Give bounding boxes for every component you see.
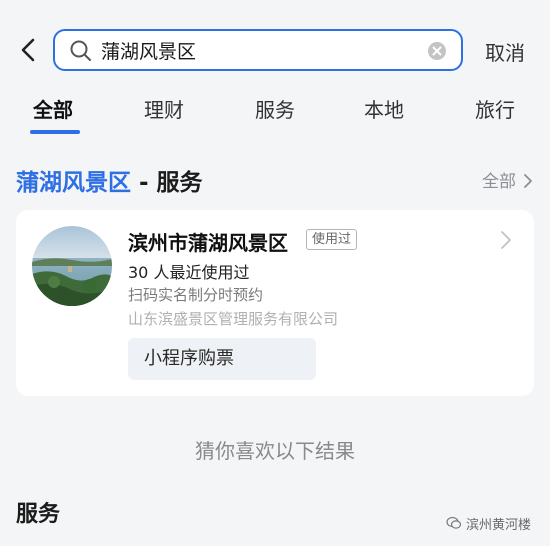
section-title-highlight: 蒲湖风景区: [16, 170, 131, 196]
active-tab-indicator: [30, 130, 80, 134]
tab-services[interactable]: 服务: [255, 94, 295, 123]
mini-program-ticket-button[interactable]: 小程序购票: [128, 338, 316, 380]
chevron-right-icon: [524, 174, 533, 188]
search-input[interactable]: [101, 36, 421, 64]
watermark: 滨州黄河楼: [446, 513, 546, 533]
section-all-link[interactable]: 全部: [482, 167, 533, 192]
clear-icon[interactable]: [427, 41, 447, 61]
section-all-label: 全部: [482, 172, 516, 192]
service-title: 滨州市蒲湖风景区: [128, 231, 288, 255]
section-title-suffix: - 服务: [131, 170, 203, 196]
chevron-right-icon: [501, 231, 511, 249]
service-provider: 山东滨盛景区管理服务有限公司: [128, 310, 339, 328]
tab-finance[interactable]: 理财: [144, 94, 184, 123]
watermark-text: 滨州黄河楼: [466, 518, 532, 533]
used-badge: 使用过: [306, 229, 358, 250]
tab-local[interactable]: 本地: [364, 94, 404, 123]
services-heading: 服务: [16, 502, 61, 527]
section-title: 蒲湖风景区 - 服务: [16, 163, 203, 197]
scenic-thumbnail: [32, 226, 112, 306]
cancel-button[interactable]: 取消: [485, 37, 525, 66]
top-bar: 取消 全部 理财 服务 本地 旅行: [0, 0, 550, 140]
tab-all[interactable]: 全部: [33, 94, 73, 123]
search-icon: [70, 40, 91, 61]
service-card[interactable]: 滨州市蒲湖风景区 使用过 30 人最近使用过 扫码实名制分时预约 山东滨盛景区管…: [16, 210, 534, 396]
back-arrow-icon[interactable]: [14, 34, 44, 66]
service-description: 扫码实名制分时预约: [128, 286, 264, 304]
search-box[interactable]: [53, 29, 463, 71]
wechat-icon: [446, 516, 462, 529]
tab-bar: 全部 理财 服务 本地 旅行: [0, 90, 550, 140]
usage-count: 30 人最近使用过: [128, 263, 250, 282]
tab-travel[interactable]: 旅行: [475, 94, 515, 123]
recommendation-divider: 猜你喜欢以下结果: [195, 439, 355, 463]
